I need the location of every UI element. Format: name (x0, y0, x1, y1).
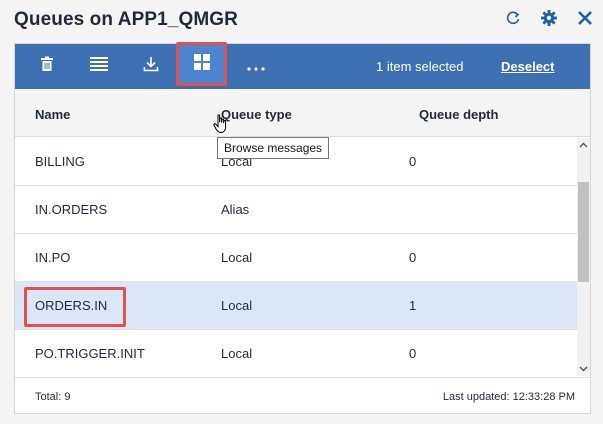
scrollbar-thumb[interactable] (578, 182, 589, 282)
download-button[interactable] (129, 44, 173, 89)
table-row[interactable]: IN.ORDERS Alias (15, 186, 577, 234)
queue-name: PO.TRIGGER.INIT (35, 346, 145, 361)
column-header-queue-depth[interactable]: Queue depth (419, 107, 498, 122)
selection-count: 1 item selected (376, 59, 464, 74)
close-icon[interactable] (575, 8, 595, 28)
hand-cursor-icon (213, 114, 229, 139)
table-toolbar: 1 item selected Deselect (15, 42, 590, 89)
queue-name: BILLING (35, 154, 85, 169)
table-row[interactable]: IN.PO Local 0 (15, 234, 577, 282)
queue-type: Alias (221, 202, 250, 217)
panel-title: Queues on APP1_QMGR (14, 9, 238, 30)
queue-depth: 0 (409, 154, 417, 169)
queue-depth: 0 (409, 250, 417, 265)
refresh-icon[interactable] (503, 8, 523, 28)
more-icon (247, 58, 265, 76)
queues-panel: Queues on APP1_QMGR 1 item selected Dese… (0, 0, 603, 424)
properties-button[interactable] (77, 44, 121, 89)
grid-icon (194, 53, 210, 75)
download-icon (143, 56, 159, 77)
trash-icon (40, 56, 54, 77)
queue-type: Local (221, 346, 253, 361)
total-count: Total: 9 (35, 391, 71, 403)
table-row[interactable]: PO.TRIGGER.INIT Local 0 (15, 330, 577, 370)
queue-type: Local (221, 250, 253, 265)
queue-name: IN.ORDERS (35, 202, 108, 217)
browse-messages-button[interactable] (180, 44, 224, 84)
last-updated: Last updated: 12:33:28 PM (442, 391, 575, 403)
queue-depth: 1 (409, 298, 417, 313)
queue-name: ORDERS.IN (35, 298, 108, 313)
table-footer: Total: 9 Last updated: 12:33:28 PM (15, 377, 590, 413)
queues-table-card: 1 item selected Deselect Name Queue type… (14, 42, 591, 414)
column-header-queue-type[interactable]: Queue type (221, 107, 292, 122)
table-body: BILLING Local 0 IN.ORDERS Alias IN.PO Lo… (15, 138, 577, 370)
table-scrollbar[interactable] (577, 138, 590, 376)
gear-icon[interactable] (539, 8, 559, 28)
queue-type: Local (221, 298, 253, 313)
deselect-link[interactable]: Deselect (501, 59, 554, 74)
scroll-up-icon[interactable] (577, 138, 590, 152)
table-row-selected[interactable]: ORDERS.IN Local 1 (15, 282, 577, 330)
title-actions (503, 8, 595, 28)
column-header-name[interactable]: Name (35, 107, 70, 122)
queue-name: IN.PO (35, 250, 71, 265)
more-actions-button[interactable] (234, 44, 278, 89)
list-icon (90, 57, 108, 76)
scroll-down-icon[interactable] (577, 362, 590, 376)
browse-messages-tooltip: Browse messages (217, 137, 330, 159)
table-header: Name Queue type Queue depth (15, 89, 590, 137)
delete-button[interactable] (25, 44, 69, 89)
queue-depth: 0 (409, 346, 417, 361)
